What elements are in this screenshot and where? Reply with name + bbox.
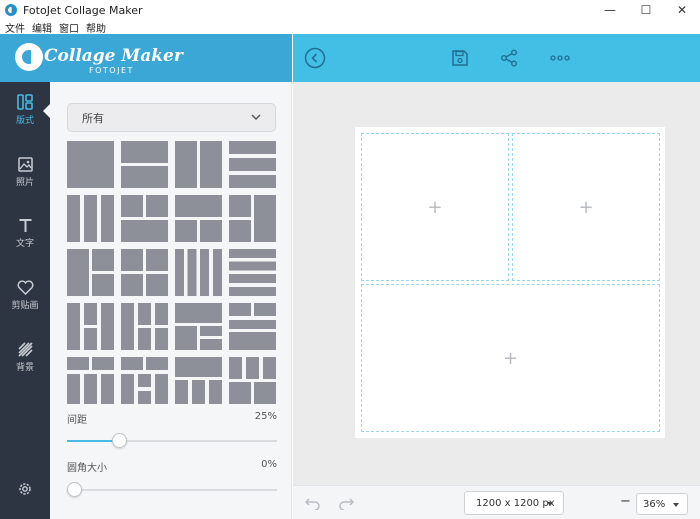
maximize-button[interactable]: ☐ [628,0,664,20]
radius-row: 圆角大小 0% [67,459,277,474]
zoom-dropdown[interactable]: 36% [636,493,688,515]
photo-icon [17,156,33,172]
active-indicator [43,104,50,118]
menu-edit[interactable]: 编辑 [32,20,52,35]
caret-down-icon [547,502,553,506]
nav-item-background[interactable]: 背景 [0,332,50,382]
template-option[interactable] [121,303,168,350]
redo-icon[interactable] [338,496,354,510]
template-option[interactable] [175,249,222,296]
spacing-row: 间距 25% [67,411,277,426]
radius-slider-track[interactable] [67,489,277,491]
save-button[interactable] [449,47,471,69]
add-photo-icon[interactable]: + [578,197,593,218]
save-icon [452,50,468,66]
photo-cell[interactable]: + [512,133,660,281]
zoom-out-button[interactable]: − [620,494,631,509]
menu-help[interactable]: 帮助 [86,20,106,35]
left-nav: 版式 照片 文字 剪贴画 背景 [0,34,50,519]
logo-header: Collage Maker FOTOJET [0,34,292,82]
caret-down-icon [673,503,679,507]
menu-file[interactable]: 文件 [5,20,25,35]
undo-icon[interactable] [305,496,321,510]
template-option[interactable] [67,357,114,404]
add-photo-icon[interactable]: + [427,197,442,218]
photo-cell[interactable]: + [361,133,509,281]
category-dropdown[interactable]: 所有 [67,103,276,132]
nav-item-clipart[interactable]: 剪贴画 [0,270,50,320]
radius-label: 圆角大小 [67,463,107,474]
template-option[interactable] [229,303,276,350]
back-icon [304,47,326,69]
canvas-area: + + + [293,82,700,485]
canvas-size-dropdown[interactable]: 1200 x 1200 px [464,491,564,515]
heart-icon [17,279,33,295]
main-toolbar [293,34,700,82]
template-option[interactable] [121,249,168,296]
share-icon [501,49,517,67]
template-panel: 所有 间距 25% 圆角大小 0% [50,82,292,519]
app-icon [5,4,17,16]
text-icon [19,218,31,232]
nav-label-background: 背景 [15,362,34,373]
template-option[interactable] [121,357,168,404]
template-option[interactable] [175,141,222,188]
category-value: 所有 [82,111,104,125]
nav-label-text: 文字 [15,238,34,249]
spacing-slider-handle[interactable] [112,433,127,448]
template-option[interactable] [67,249,114,296]
background-icon [17,341,33,357]
photo-cell[interactable]: + [361,284,660,432]
collage-canvas: + + + [355,127,665,438]
bottom-bar: 1200 x 1200 px − 36% [293,485,700,519]
window-controls: — ☐ ✕ [592,0,700,20]
nav-item-text[interactable]: 文字 [0,208,50,258]
spacing-slider-track[interactable] [67,440,277,442]
title-bar: FotoJet Collage Maker — ☐ ✕ [0,0,700,20]
template-option[interactable] [175,303,222,350]
share-button[interactable] [498,47,520,69]
radius-value: 0% [261,459,277,470]
chevron-down-icon [251,114,261,121]
template-option[interactable] [67,303,114,350]
gear-icon [19,483,31,495]
template-option[interactable] [229,141,276,188]
settings-button[interactable] [0,464,50,514]
template-option[interactable] [175,357,222,404]
layout-icon [17,94,33,110]
close-button[interactable]: ✕ [664,0,700,20]
radius-slider-handle[interactable] [67,482,82,497]
template-option[interactable] [175,195,222,242]
window-title: FotoJet Collage Maker [23,3,143,17]
nav-label-layout: 版式 [15,116,34,126]
zoom-value: 36% [643,498,666,510]
spacing-label: 间距 [67,415,87,426]
template-option[interactable] [67,195,114,242]
minimize-button[interactable]: — [592,0,628,20]
template-option[interactable] [229,357,276,404]
logo-icon [15,43,43,71]
menu-window[interactable]: 窗口 [59,20,79,35]
menu-bar: 文件 编辑 窗口 帮助 [0,20,700,35]
nav-label-clipart: 剪贴画 [11,300,39,311]
template-option[interactable] [121,141,168,188]
add-photo-icon[interactable]: + [503,348,518,369]
back-button[interactable] [304,47,326,69]
more-icon [550,55,570,61]
template-option[interactable] [229,249,276,296]
logo-subtext: FOTOJET [89,66,134,75]
more-button[interactable] [549,47,571,69]
canvas-size-label: 1200 x 1200 px [476,497,555,509]
nav-label-photo: 照片 [15,177,34,188]
template-option[interactable] [121,195,168,242]
template-option[interactable] [67,141,114,188]
spacing-value: 25% [254,411,277,422]
logo-text: Collage Maker [44,46,183,66]
nav-item-photo[interactable]: 照片 [0,147,50,197]
template-option[interactable] [229,195,276,242]
